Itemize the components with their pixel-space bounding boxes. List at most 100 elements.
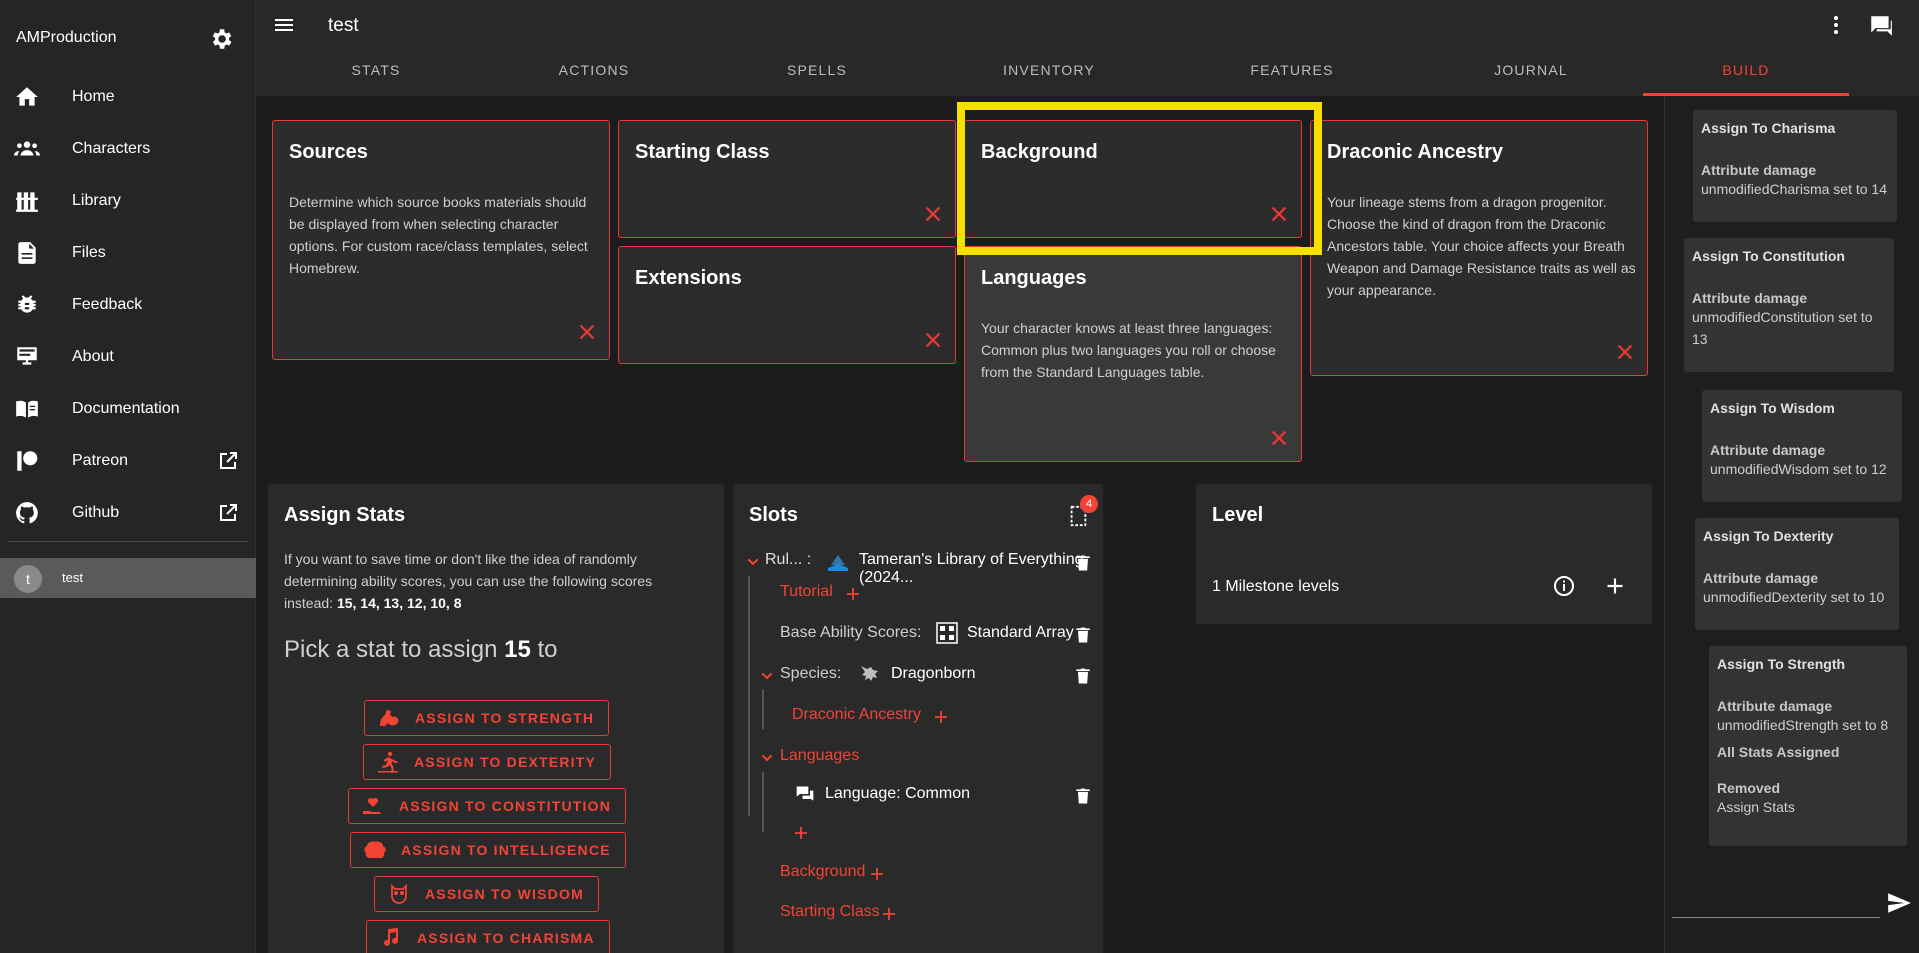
log-value: Assign Stats [1717, 799, 1795, 815]
add-icon[interactable] [793, 825, 809, 841]
sidebar-item-label: Github [72, 504, 120, 521]
file-icon [18, 242, 36, 264]
button-label: ASSIGN TO WISDOM [425, 886, 584, 902]
slot-tutorial[interactable]: Tutorial [780, 583, 833, 601]
sidebar-item-library[interactable]: Library [0, 175, 256, 227]
sidebar-item-feedback[interactable]: Feedback [0, 279, 256, 331]
log-entry: Assign To Constitution Attribute damage … [1684, 238, 1894, 372]
log-title: Assign To Wisdom [1710, 400, 1835, 416]
close-icon[interactable] [576, 321, 598, 343]
sidebar-item-github[interactable]: Github [0, 487, 256, 539]
sidebar-item-label: Patreon [72, 452, 129, 469]
sidebar-item-files[interactable]: Files [0, 227, 256, 279]
tab-journal[interactable]: JOURNAL [1456, 62, 1606, 78]
highlight-box [957, 102, 1322, 255]
library-icon [16, 192, 38, 212]
card-title: Draconic Ancestry [1327, 141, 1503, 163]
sidebar-item-documentation[interactable]: Documentation [0, 383, 256, 435]
strength-arm-icon [380, 710, 399, 726]
menu-icon[interactable] [272, 13, 296, 37]
add-icon[interactable] [933, 709, 949, 725]
log-key: Attribute damage [1692, 290, 1808, 306]
base-ability-label: Base Ability Scores: [780, 624, 922, 641]
tab-inventory[interactable]: INVENTORY [974, 62, 1124, 78]
log-entry: Assign To Wisdom Attribute damage unmodi… [1702, 390, 1902, 502]
close-icon[interactable] [922, 203, 944, 225]
slot-draconic-ancestry[interactable]: Draconic Ancestry [792, 706, 921, 724]
sidebar-item-home[interactable]: Home [0, 71, 256, 123]
button-label: ASSIGN TO INTELLIGENCE [401, 842, 611, 858]
sources-card[interactable]: Sources Determine which source books mat… [272, 120, 610, 360]
sidebar-item-label: Home [72, 88, 115, 105]
assign-intelligence-button[interactable]: ASSIGN TO INTELLIGENCE [350, 832, 626, 868]
sidebar-divider [8, 541, 248, 542]
trash-icon[interactable] [1073, 624, 1093, 646]
close-icon[interactable] [1268, 427, 1290, 449]
people-icon [14, 141, 40, 156]
panel-title: Slots [749, 504, 798, 526]
log-entry: Assign To Strength Attribute damage unmo… [1709, 646, 1907, 846]
tab-stats[interactable]: STATS [301, 62, 451, 78]
sidebar-item-patreon[interactable]: Patreon [0, 435, 256, 487]
starting-class-card[interactable]: Starting Class [618, 120, 956, 238]
tab-spells[interactable]: SPELLS [742, 62, 892, 78]
sidebar-item-label: About [72, 348, 114, 365]
milestone-levels: 1 Milestone levels [1212, 578, 1340, 595]
page-title: test [328, 15, 359, 36]
close-icon[interactable] [922, 329, 944, 351]
home-icon [16, 87, 38, 106]
add-icon[interactable] [1605, 576, 1625, 596]
slot-languages[interactable]: Languages [780, 747, 859, 765]
add-icon[interactable] [881, 906, 897, 922]
log-key: Attribute damage [1710, 442, 1826, 458]
log-value: unmodifiedCharisma set to 14 [1701, 181, 1887, 197]
add-icon[interactable] [869, 866, 885, 882]
sidebar-item-about[interactable]: About [0, 331, 256, 383]
chevron-down-icon[interactable] [759, 668, 775, 684]
sidebar: AMProduction Home Characters Library Fil… [0, 0, 256, 953]
extensions-card[interactable]: Extensions [618, 246, 956, 364]
more-vert-icon[interactable] [1824, 13, 1848, 37]
slot-starting-class[interactable]: Starting Class [780, 903, 880, 921]
slots-panel: Slots 4 Rul... : Tameran's Library of Ev… [733, 484, 1103, 953]
level-panel: Level 1 Milestone levels [1196, 484, 1652, 624]
trash-icon[interactable] [1073, 785, 1093, 807]
log-value: unmodifiedConstitution set to 13 [1692, 309, 1873, 347]
bug-icon [18, 295, 36, 313]
patreon-icon [17, 451, 38, 471]
add-icon[interactable] [845, 586, 861, 602]
log-entry: Assign To Charisma Attribute damage unmo… [1693, 110, 1897, 222]
pick-prefix: Pick a stat to assign [284, 636, 505, 663]
slot-background[interactable]: Background [780, 863, 865, 881]
language-common: Language: Common [825, 785, 970, 802]
chevron-down-icon[interactable] [745, 554, 761, 570]
assign-charisma-button[interactable]: ASSIGN TO CHARISMA [366, 920, 610, 953]
close-icon[interactable] [1614, 341, 1636, 363]
tab-features[interactable]: FEATURES [1217, 62, 1367, 78]
languages-card[interactable]: Languages Your character knows at least … [964, 246, 1302, 462]
chat-input[interactable] [1672, 917, 1880, 918]
github-icon [16, 502, 38, 524]
chat-icon[interactable] [1868, 13, 1894, 39]
sidebar-item-label: Library [72, 192, 121, 209]
tab-actions[interactable]: ACTIONS [519, 62, 669, 78]
gear-icon[interactable] [208, 26, 234, 52]
assign-constitution-button[interactable]: ASSIGN TO CONSTITUTION [348, 788, 627, 824]
species-value: Dragonborn [891, 665, 976, 682]
chevron-down-icon[interactable] [759, 750, 775, 766]
assign-dexterity-button[interactable]: ASSIGN TO DEXTERITY [363, 744, 612, 780]
sidebar-item-user[interactable]: t test [0, 558, 256, 598]
trash-icon[interactable] [1073, 665, 1093, 687]
info-icon[interactable] [1552, 574, 1576, 598]
assign-wisdom-button[interactable]: ASSIGN TO WISDOM [374, 876, 599, 912]
dragon-icon [861, 666, 878, 681]
draconic-ancestry-card[interactable]: Draconic Ancestry Your lineage stems fro… [1310, 120, 1648, 376]
send-icon[interactable] [1886, 890, 1912, 916]
tab-build[interactable]: BUILD [1671, 62, 1821, 78]
assign-strength-button[interactable]: ASSIGN TO STRENGTH [364, 700, 610, 736]
sidebar-item-characters[interactable]: Characters [0, 123, 256, 175]
button-label: ASSIGN TO STRENGTH [415, 710, 595, 726]
trash-icon[interactable] [1073, 552, 1093, 574]
log-title: Assign To Strength [1717, 656, 1846, 672]
button-label: ASSIGN TO DEXTERITY [414, 754, 597, 770]
